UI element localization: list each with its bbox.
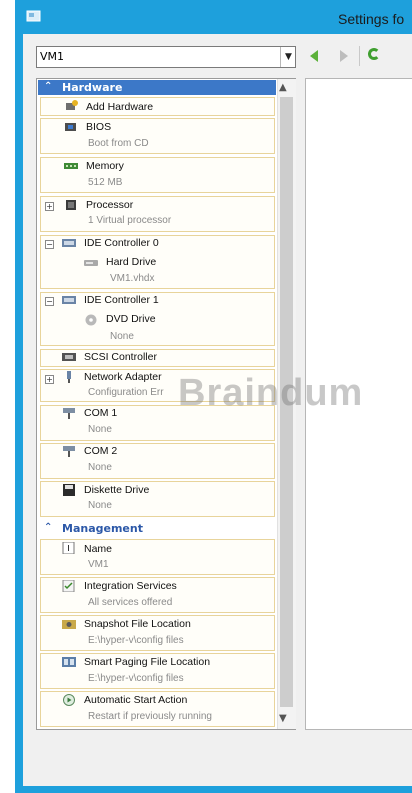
- scroll-down-icon[interactable]: ▼: [279, 713, 287, 724]
- tree-item-detail: Restart if previously running: [88, 711, 212, 722]
- tree-item-label: BIOS: [86, 121, 112, 133]
- tree-item-label: COM 1: [84, 407, 118, 419]
- vm-selector[interactable]: [36, 46, 296, 68]
- tree-item-detail: 1 Virtual processor: [88, 215, 172, 226]
- vm-selector-value: VM1: [40, 50, 65, 63]
- com-port-icon: [63, 408, 75, 419]
- smart-paging-icon: [62, 657, 76, 667]
- tree-item-detail: All services offered: [88, 597, 173, 608]
- tree-item-label: SCSI Controller: [84, 351, 157, 363]
- tree-item-detail: None: [88, 424, 112, 435]
- start-action-icon: [63, 694, 75, 706]
- tree-item-label: Snapshot File Location: [84, 618, 191, 630]
- tree-item-label: Automatic Start Action: [84, 694, 188, 706]
- tree-item-detail: None: [88, 500, 112, 511]
- add-hardware-icon: [66, 100, 78, 110]
- expand-icon[interactable]: +: [45, 375, 54, 384]
- snapshot-icon: [62, 620, 76, 629]
- expand-icon[interactable]: +: [45, 202, 54, 211]
- management-section-label: Management: [62, 522, 143, 535]
- tree-item-detail: Configuration Err: [88, 387, 164, 398]
- tree-item-label: Memory: [86, 160, 124, 172]
- hardware-section-label: Hardware: [62, 81, 123, 94]
- back-arrow-icon[interactable]: [310, 50, 318, 62]
- settings-app-icon: [26, 9, 42, 23]
- collapse-icon[interactable]: ⌃: [44, 81, 52, 92]
- tree-item-detail: VM1.vhdx: [110, 273, 155, 284]
- tree-item-detail: E:\hyper-v\config files: [88, 673, 184, 684]
- ide-controller-icon: [62, 239, 76, 247]
- tree-item-detail: None: [110, 331, 134, 342]
- tree-item-label: Integration Services: [84, 580, 177, 592]
- tree-item-label: Name: [84, 543, 113, 555]
- tree-item-detail: VM1: [88, 559, 109, 570]
- tree-item-detail: E:\hyper-v\config files: [88, 635, 184, 646]
- scroll-up-icon[interactable]: ▲: [279, 82, 287, 93]
- tree-item-detail: None: [88, 462, 112, 473]
- tree-item-detail: Boot from CD: [88, 138, 149, 149]
- scsi-controller-icon: [62, 353, 76, 361]
- refresh-icon[interactable]: [368, 48, 380, 60]
- tree-item-label: Hard Drive: [106, 256, 157, 268]
- tree-item-label: Processor: [86, 199, 134, 211]
- window-title: Settings fo: [338, 11, 405, 27]
- dvd-drive-icon: [85, 314, 97, 326]
- memory-icon: [64, 163, 78, 169]
- dialog-footer: [23, 732, 412, 786]
- bios-chip-icon: [65, 123, 76, 131]
- com-port-icon: [63, 446, 75, 457]
- collapse-icon[interactable]: −: [45, 297, 54, 306]
- integration-services-icon: [62, 580, 75, 592]
- tree-item-label: IDE Controller 0: [84, 237, 159, 249]
- collapse-icon[interactable]: −: [45, 240, 54, 249]
- tree-item-label: Smart Paging File Location: [84, 656, 211, 668]
- floppy-disk-icon: [63, 484, 75, 496]
- watermark-text: Braindum: [178, 372, 364, 414]
- ide-controller-icon: [62, 296, 76, 304]
- tree-item-label: Diskette Drive: [84, 484, 150, 496]
- tree-item-label: Add Hardware: [86, 101, 154, 113]
- processor-icon: [66, 200, 76, 210]
- tree-item-detail: 512 MB: [88, 177, 123, 188]
- network-adapter-icon: [67, 371, 71, 383]
- forward-arrow-icon[interactable]: [340, 50, 348, 62]
- tree-item-label: DVD Drive: [106, 313, 156, 325]
- chevron-down-icon[interactable]: ▼: [280, 47, 296, 67]
- hard-drive-icon: [84, 260, 98, 266]
- tree-item-label: Network Adapter: [84, 371, 162, 383]
- collapse-icon[interactable]: ⌃: [44, 522, 52, 533]
- tree-item-label: IDE Controller 1: [84, 294, 159, 306]
- tree-item-label: COM 2: [84, 445, 118, 457]
- toolbar-separator: [359, 46, 360, 66]
- name-field-icon: [62, 542, 75, 554]
